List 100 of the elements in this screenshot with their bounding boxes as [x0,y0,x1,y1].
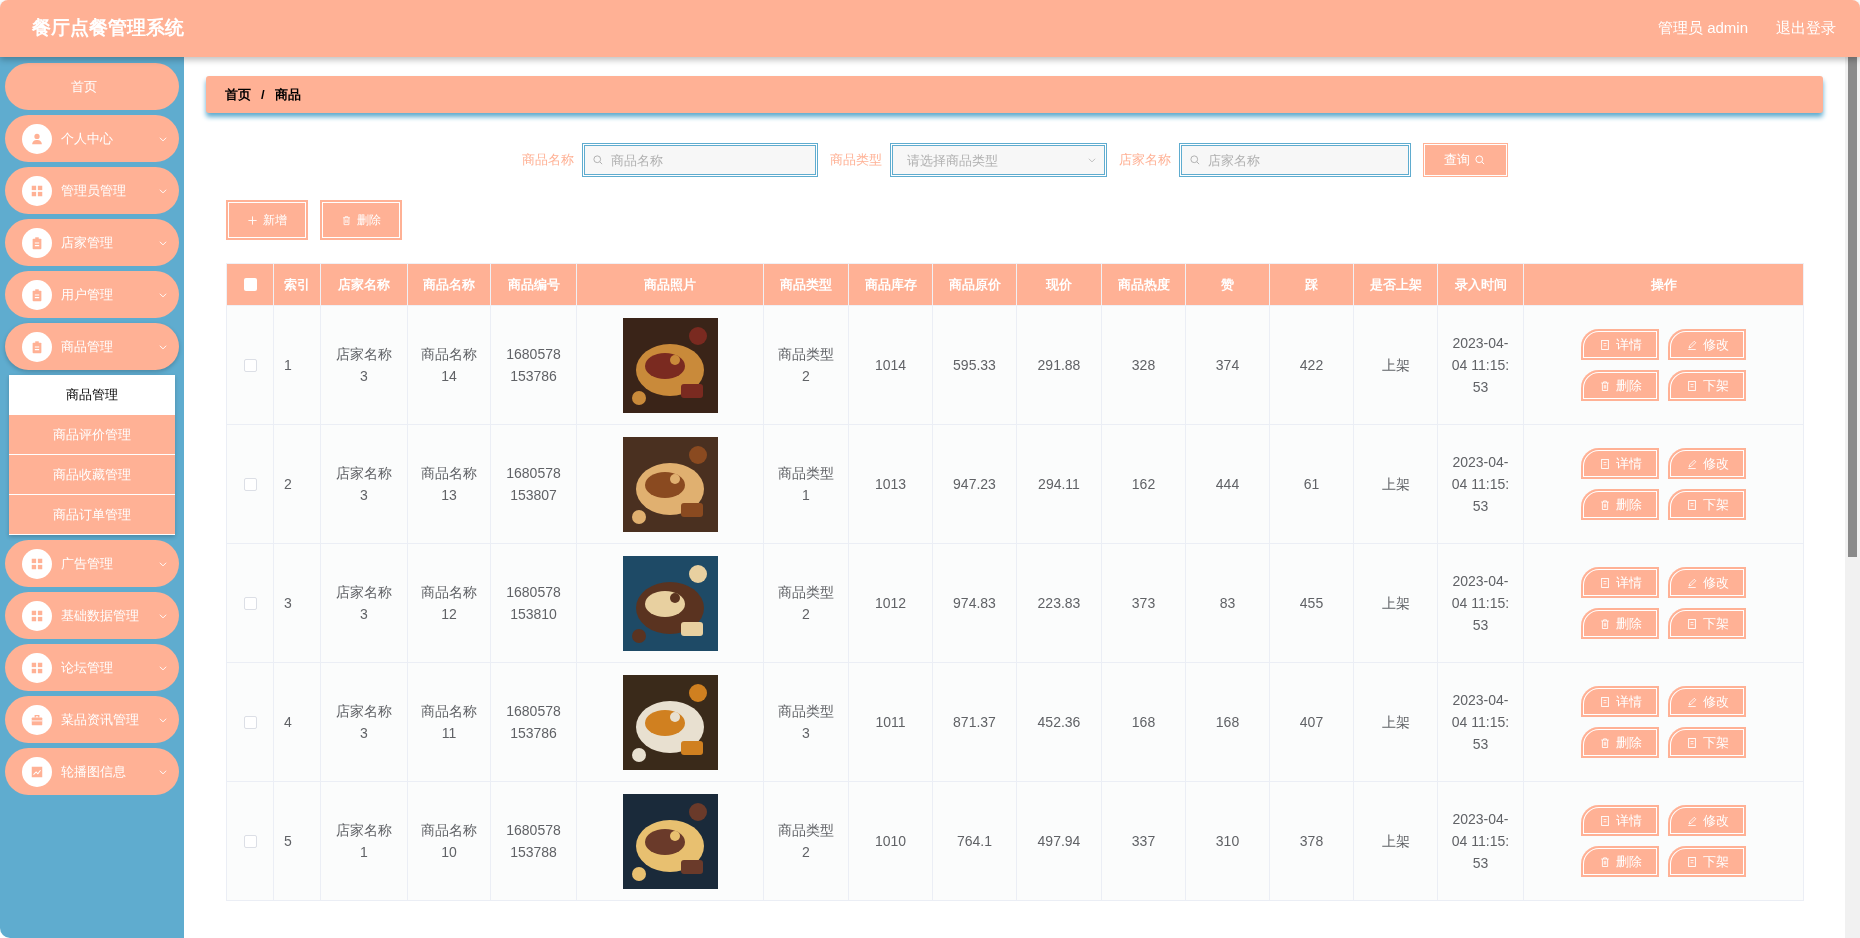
row-action-button[interactable]: 删除 [1581,727,1659,758]
table-cell: 3 [284,595,292,611]
field-label: 店家名称 [1118,151,1171,170]
document-icon [1685,379,1698,392]
select-field[interactable]: 请选择商品类型 [891,145,1105,175]
table-cell: 商品类型2 [778,822,834,860]
row-action-button[interactable]: 修改 [1668,448,1746,479]
app-title: 餐厅点餐管理系统 [32,16,184,41]
sidebar-item[interactable]: 商品管理 [5,323,179,370]
column-header: 商品原价 [948,276,1001,292]
row-action-button[interactable]: 详情 [1581,567,1659,598]
table-cell: 444 [1215,476,1240,492]
row-action-button[interactable]: 删除 [1581,846,1659,877]
table-cell: 168 [1215,714,1240,730]
table-cell: 310 [1215,833,1240,849]
sidebar-item[interactable]: 论坛管理 [5,644,179,691]
row-action-button[interactable]: 详情 [1581,329,1659,360]
table-cell: 455 [1299,595,1324,611]
row-checkbox[interactable] [243,358,257,372]
column-header: 赞 [1221,276,1234,292]
row-checkbox[interactable] [243,715,257,729]
table-cell: 4 [284,714,292,730]
table-cell: 店家名称1 [336,822,392,860]
table-cell: 764.1 [956,833,992,849]
row-checkbox[interactable] [243,477,257,491]
search-field[interactable]: 商品名称 [583,145,816,175]
chevron-icon [1086,155,1097,165]
table-cell: 61 [1303,476,1320,492]
submenu-item[interactable]: 商品管理 [9,375,175,415]
table-cell: 商品类型1 [778,465,834,503]
trash-icon [1598,736,1611,749]
row-action-button[interactable]: 详情 [1581,448,1659,479]
table-cell: 1680578153807 [506,465,561,503]
row-action-button[interactable]: 删除 [1581,370,1659,401]
table-cell: 店家名称3 [336,346,392,384]
sidebar-item[interactable]: 用户管理 [5,271,179,318]
submenu-item[interactable]: 商品订单管理 [9,495,175,535]
column-header: 商品热度 [1117,276,1170,292]
table-cell: 商品名称12 [421,584,477,622]
table-cell: 947.23 [953,476,996,492]
row-action-button[interactable]: 修改 [1668,686,1746,717]
table-cell: 2023-04-04 11:15:53 [1451,692,1510,752]
logout-link[interactable]: 退出登录 [1776,17,1836,40]
row-action-button[interactable]: 删除 [1581,608,1659,639]
row-action-button[interactable]: 下架 [1668,489,1746,520]
sidebar-item[interactable]: 广告管理 [5,540,179,587]
column-header: 索引 [284,276,310,292]
delete-button[interactable]: 删除 [320,200,402,240]
row-action-button[interactable]: 修改 [1668,567,1746,598]
row-action-button[interactable]: 修改 [1668,805,1746,836]
row-action-button[interactable]: 下架 [1668,608,1746,639]
scrollbar[interactable] [1845,57,1860,938]
column-header: 商品编号 [507,276,560,292]
column-header: 商品类型 [780,276,832,292]
column-header: 踩 [1305,276,1318,292]
table-cell: 2023-04-04 11:15:53 [1451,573,1510,633]
search-icon [1188,154,1201,166]
document-icon [1598,576,1611,589]
row-action-button[interactable]: 详情 [1581,805,1659,836]
table-cell: 1680578153786 [506,346,561,384]
table-cell: 上架 [1381,833,1410,849]
submenu-item[interactable]: 商品收藏管理 [9,455,175,495]
trash-icon [1598,617,1611,630]
sidebar-item[interactable]: 轮播图信息 [5,748,179,795]
sidebar-item[interactable]: 菜品资讯管理 [5,696,179,743]
table-cell: 83 [1219,595,1236,611]
row-action-button[interactable]: 下架 [1668,846,1746,877]
trash-icon [341,214,352,226]
pencil-icon [1685,457,1698,470]
chart-icon [30,764,44,779]
breadcrumb-item[interactable]: 首页 [225,84,251,105]
row-action-button[interactable]: 下架 [1668,370,1746,401]
sidebar-item[interactable]: 管理员管理 [5,167,179,214]
column-header: 店家名称 [338,276,390,292]
document-icon [1598,457,1611,470]
table-cell: 商品类型2 [778,346,834,384]
row-action-button[interactable]: 下架 [1668,727,1746,758]
row-action-button[interactable]: 删除 [1581,489,1659,520]
row-action-button[interactable]: 修改 [1668,329,1746,360]
sidebar-item[interactable]: 个人中心 [5,115,179,162]
search-field[interactable]: 店家名称 [1180,145,1409,175]
table-cell: 871.37 [953,714,996,730]
breadcrumb-item[interactable]: 商品 [274,84,301,105]
submenu-item[interactable]: 商品评价管理 [9,415,175,455]
search-icon [591,154,604,166]
table-cell: 595.33 [953,357,996,373]
table-cell: 1013 [874,476,907,492]
column-header: 录入时间 [1454,276,1507,292]
sidebar-item[interactable]: 基础数据管理 [5,592,179,639]
scrollbar-thumb[interactable] [1848,57,1857,557]
row-checkbox[interactable] [243,834,257,848]
column-header: 商品名称 [423,276,475,292]
table-cell: 1 [284,357,292,373]
row-checkbox[interactable] [243,596,257,610]
row-action-button[interactable]: 详情 [1581,686,1659,717]
sidebar-item[interactable]: 店家管理 [5,219,179,266]
add-button[interactable]: 新增 [226,200,308,240]
search-button[interactable]: 查询 [1422,143,1508,177]
select-all-checkbox[interactable] [243,278,257,291]
sidebar-item[interactable]: 首页 [5,63,179,110]
